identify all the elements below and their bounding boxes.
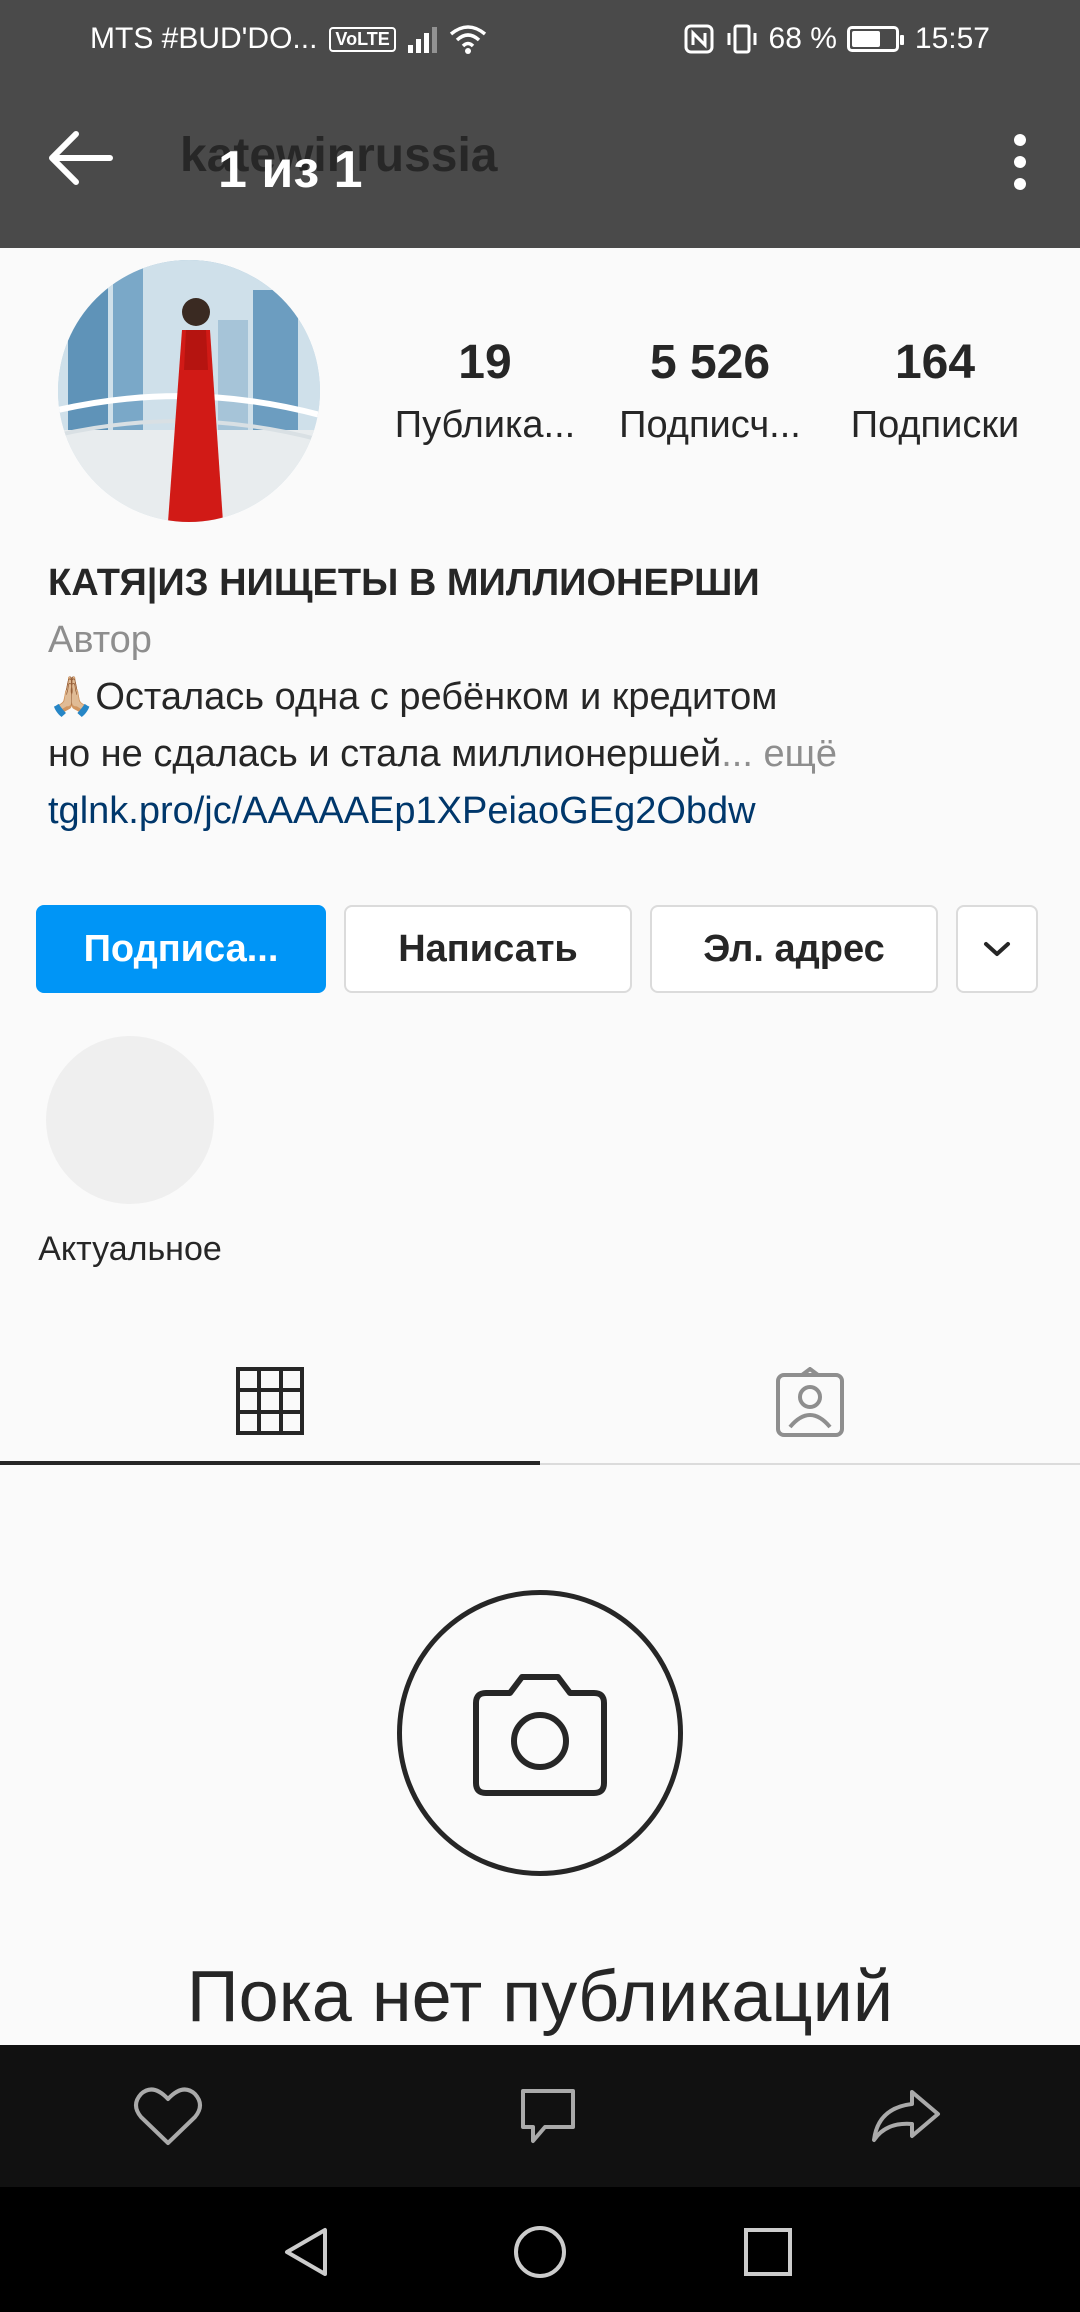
- image-counter: 1 из 1: [218, 141, 363, 199]
- empty-posts-state: Пока нет публикаций: [0, 1590, 1080, 2038]
- heart-icon: [134, 2087, 202, 2145]
- vibrate-icon: [727, 24, 757, 54]
- bio-text: но не сдалась и стала миллионершей: [48, 733, 722, 775]
- comment-button[interactable]: [508, 2081, 588, 2151]
- stat-label: Публика...: [394, 404, 576, 446]
- like-button[interactable]: [128, 2081, 208, 2151]
- stat-value: 19: [458, 336, 512, 389]
- viewer-action-bar: [0, 2045, 1080, 2187]
- subscribe-button[interactable]: Подписа...: [36, 905, 326, 993]
- more-vertical-icon: [1014, 134, 1026, 146]
- tab-posts-grid[interactable]: [0, 1340, 540, 1465]
- camera-circle: [397, 1590, 683, 1876]
- arrow-left-icon: [49, 131, 113, 185]
- profile-category: Автор: [48, 619, 152, 661]
- viewer-title-bar: katewinrussia 1 из 1: [0, 100, 1080, 210]
- battery-percent: 68 %: [768, 22, 837, 55]
- bio-line-2: но не сдалась и стала миллионершей... ещ…: [48, 726, 1048, 783]
- volte-badge: VoLTE: [329, 26, 396, 52]
- message-button[interactable]: Написать: [344, 905, 632, 993]
- profile-bio: КАТЯ|ИЗ НИЩЕТЫ В МИЛЛИОНЕРШИ Автор 🙏🏼Ост…: [48, 555, 1048, 840]
- share-icon: [872, 2090, 940, 2142]
- email-button[interactable]: Эл. адрес: [650, 905, 938, 993]
- more-options-button[interactable]: [1000, 134, 1040, 230]
- stat-posts[interactable]: 19 Публика...: [380, 335, 590, 447]
- stat-value: 5 526: [649, 336, 771, 389]
- suggestions-dropdown-button[interactable]: [956, 905, 1038, 993]
- highlight-circle: [46, 1036, 214, 1204]
- stat-following[interactable]: 164 Подписки: [830, 335, 1040, 447]
- highlight-item[interactable]: Актуальное: [30, 1036, 230, 1269]
- profile-actions: Подписа... Написать Эл. адрес: [36, 905, 1044, 993]
- camera-icon: [473, 1674, 607, 1796]
- empty-state-title: Пока нет публикаций: [186, 1957, 894, 2037]
- stat-value: 164: [894, 336, 976, 389]
- bio-line-1: 🙏🏼Осталась одна с ребёнком и кредитом: [48, 676, 778, 718]
- tab-tagged[interactable]: [540, 1340, 1080, 1465]
- bio-website-link[interactable]: tglnk.pro/jc/AAAAAEp1XPeiaoGEg2Obdw: [48, 783, 1048, 840]
- comment-icon: [521, 2089, 575, 2143]
- status-bar: MTS #BUD'DO... VoLTE 68 % 15:57: [0, 0, 1080, 80]
- grid-icon: [236, 1366, 304, 1435]
- nav-back-button[interactable]: [272, 2217, 342, 2287]
- system-nav-bar: [0, 2187, 1080, 2312]
- carrier-name: MTS #BUD'DO...: [90, 22, 318, 55]
- triangle-back-icon: [285, 2228, 327, 2276]
- wifi-icon: [449, 25, 486, 54]
- stat-label: Подписч...: [619, 404, 801, 446]
- circle-home-icon: [514, 2226, 566, 2278]
- share-button[interactable]: [866, 2081, 946, 2151]
- profile-avatar[interactable]: [58, 260, 320, 522]
- profile-stats: 19 Публика... 5 526 Подписч... 164 Подпи…: [380, 335, 1040, 447]
- signal-icon: [407, 25, 437, 53]
- chevron-down-icon: [984, 942, 1010, 956]
- highlight-label: Актуальное: [38, 1230, 222, 1268]
- battery-icon: [846, 26, 904, 52]
- avatar-image: [58, 260, 320, 522]
- tagged-person-icon: [776, 1366, 844, 1437]
- clock: 15:57: [914, 22, 990, 55]
- square-recents-icon: [744, 2228, 792, 2276]
- nav-home-button[interactable]: [505, 2217, 575, 2287]
- stat-label: Подписки: [850, 404, 1020, 446]
- stat-followers[interactable]: 5 526 Подписч...: [605, 335, 815, 447]
- profile-display-name: КАТЯ|ИЗ НИЩЕТЫ В МИЛЛИОНЕРШИ: [48, 562, 760, 604]
- back-button[interactable]: [40, 118, 120, 198]
- profile-tabs: [0, 1340, 1080, 1465]
- nav-recents-button[interactable]: [733, 2217, 803, 2287]
- nfc-icon: [684, 24, 714, 54]
- bio-more-link[interactable]: ... ещё: [721, 733, 837, 775]
